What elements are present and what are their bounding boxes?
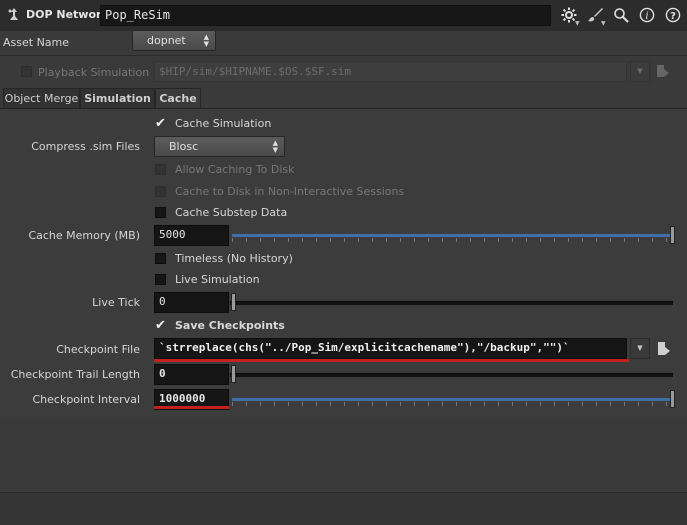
checkpoint-interval-label: Checkpoint Interval: [32, 393, 140, 406]
slider-handle[interactable]: [670, 390, 675, 408]
live-simulation-label: Live Simulation: [175, 273, 260, 286]
tab-simulation[interactable]: Simulation: [80, 88, 155, 109]
gear-dropdown-icon[interactable]: ▼: [575, 20, 580, 27]
checkpoint-file-dropdown[interactable]: ▼: [630, 338, 650, 359]
info-icon[interactable]: i: [638, 6, 656, 24]
cache-noninteractive-checkbox[interactable]: [155, 186, 166, 197]
checkpoint-interval-slider[interactable]: [232, 390, 675, 408]
node-type-label: DOP Network: [26, 8, 109, 21]
cache-noninteractive-label: Cache to Disk in Non-Interactive Session…: [175, 185, 405, 198]
cache-memory-label: Cache Memory (MB): [28, 229, 140, 242]
compress-dropdown[interactable]: Blosc ▲ ▼: [154, 136, 285, 157]
slider-track: [230, 373, 673, 377]
playback-path-field[interactable]: $HIP/sim/$HIPNAME.$OS.$SF.sim: [154, 61, 627, 82]
playback-path-dropdown[interactable]: ▼: [630, 61, 650, 82]
help-icon[interactable]: ?: [664, 6, 682, 24]
brush-dropdown-icon[interactable]: ▼: [601, 20, 606, 27]
allow-caching-checkbox[interactable]: [155, 164, 166, 175]
cache-simulation-label: Cache Simulation: [175, 117, 272, 130]
compress-value: Blosc: [169, 140, 199, 153]
checkpoint-trail-slider[interactable]: [230, 365, 675, 383]
slider-handle[interactable]: [231, 365, 236, 383]
svg-text:?: ?: [670, 11, 676, 22]
svg-text:i: i: [645, 11, 648, 22]
file-chooser-icon[interactable]: [656, 63, 670, 79]
asset-name-label: Asset Name: [3, 36, 70, 49]
timeless-checkbox[interactable]: [155, 253, 166, 264]
timeless-label: Timeless (No History): [175, 252, 293, 265]
slider-handle[interactable]: [670, 226, 675, 244]
cache-substep-label: Cache Substep Data: [175, 206, 288, 219]
playback-simulation-label: Playback Simulation: [38, 66, 150, 79]
slider-fill: [232, 234, 672, 237]
live-tick-label: Live Tick: [92, 296, 140, 309]
live-tick-slider[interactable]: [230, 293, 675, 311]
playback-simulation-checkbox[interactable]: [21, 66, 32, 77]
asset-name-value: dopnet: [147, 34, 186, 47]
cache-memory-slider[interactable]: [232, 226, 675, 244]
save-checkpoints-label: Save Checkpoints: [175, 319, 285, 332]
dropdown-arrows-icon: ▲ ▼: [272, 139, 278, 154]
slider-ticks: [232, 402, 672, 406]
file-chooser-icon[interactable]: [657, 340, 671, 357]
allow-caching-label: Allow Caching To Disk: [175, 163, 295, 176]
slider-fill: [232, 398, 672, 401]
cache-simulation-checkbox[interactable]: ✔: [155, 117, 166, 130]
checkpoint-file-field[interactable]: `strreplace(chs("../Pop_Sim/explicitcach…: [154, 338, 627, 359]
divider: [0, 55, 687, 56]
cache-memory-field[interactable]: 5000: [154, 225, 229, 246]
tab-cache[interactable]: Cache: [155, 88, 201, 109]
cache-substep-checkbox[interactable]: [155, 207, 166, 218]
slider-handle[interactable]: [231, 293, 236, 311]
bottom-bar: [0, 492, 687, 525]
slider-ticks: [232, 238, 672, 242]
highlight-underline: [154, 359, 629, 362]
compress-label: Compress .sim Files: [31, 140, 140, 153]
checkpoint-file-label: Checkpoint File: [56, 343, 140, 356]
live-tick-field[interactable]: 0: [154, 292, 229, 313]
dropdown-arrows-icon: ▲ ▼: [203, 33, 209, 48]
search-icon[interactable]: [612, 6, 630, 24]
node-name-field[interactable]: Pop_ReSim: [100, 5, 551, 26]
live-simulation-checkbox[interactable]: [155, 274, 166, 285]
checkpoint-trail-label: Checkpoint Trail Length: [10, 368, 140, 381]
checkpoint-trail-field[interactable]: 0: [154, 364, 229, 385]
slider-track: [230, 301, 673, 305]
highlight-underline: [154, 406, 229, 409]
dop-network-icon: [6, 7, 22, 23]
save-checkpoints-checkbox[interactable]: ✔: [155, 319, 166, 332]
asset-name-dropdown[interactable]: dopnet ▲ ▼: [132, 30, 216, 51]
tab-object-merge[interactable]: Object Merge: [3, 88, 80, 109]
